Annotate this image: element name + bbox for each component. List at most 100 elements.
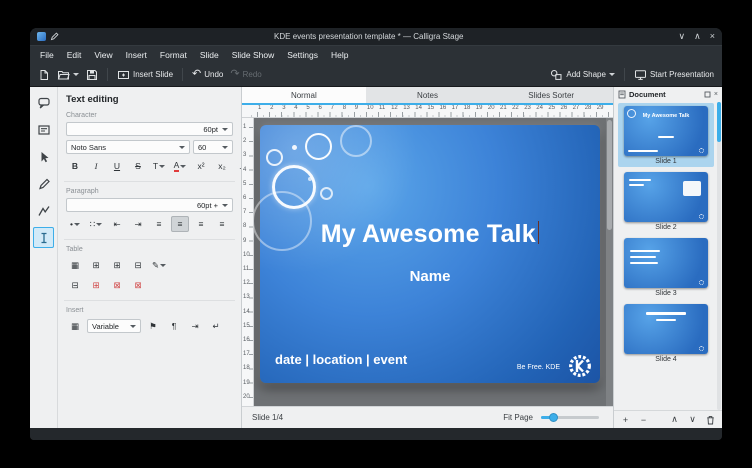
menu-view[interactable]: View: [94, 50, 112, 60]
italic-button[interactable]: I: [87, 158, 105, 174]
remove-slide-button[interactable]: −: [636, 413, 651, 426]
pen-tool-button[interactable]: [33, 173, 54, 194]
decrease-indent-button[interactable]: ⇤: [108, 216, 126, 232]
table-border-pen-button[interactable]: ✎: [150, 257, 168, 273]
slide-thumbnail-4[interactable]: Slide 4: [618, 301, 714, 365]
menu-settings[interactable]: Settings: [287, 50, 318, 60]
tools-sidebar: [30, 87, 58, 428]
font-family-combo[interactable]: Noto Sans: [66, 140, 190, 154]
save-button[interactable]: [86, 69, 98, 81]
basic-shape-tool-button[interactable]: [33, 92, 54, 113]
selection-tool-button[interactable]: [33, 146, 54, 167]
new-document-button[interactable]: [38, 69, 50, 81]
remove-cells-button[interactable]: ⊟: [129, 257, 147, 273]
zoom-slider[interactable]: [541, 416, 599, 419]
zoom-slider-handle[interactable]: [549, 413, 558, 422]
special-character-button[interactable]: ▦: [66, 318, 84, 334]
float-docker-icon[interactable]: [704, 91, 711, 98]
align-center-button[interactable]: ≡: [171, 216, 189, 232]
menu-format[interactable]: Format: [160, 50, 187, 60]
slide-title-text[interactable]: My Awesome Talk: [260, 220, 600, 249]
add-shape-dropdown-caret-icon[interactable]: [609, 73, 615, 76]
menu-insert[interactable]: Insert: [126, 50, 147, 60]
minimize-button[interactable]: ∨: [679, 32, 686, 41]
menu-slide[interactable]: Slide: [200, 50, 219, 60]
ruler-number: 4: [294, 105, 297, 112]
menu-file[interactable]: File: [40, 50, 54, 60]
slide-subtitle-text[interactable]: Name: [260, 268, 600, 285]
redo-button[interactable]: ↷ Redo: [230, 69, 261, 80]
superscript-button[interactable]: x²: [192, 158, 210, 174]
slide-editor[interactable]: My Awesome Talk Name date | location | e…: [260, 125, 600, 383]
delete-slide-button[interactable]: [703, 413, 718, 426]
align-right-button[interactable]: ≡: [192, 216, 210, 232]
text-direction-button[interactable]: ¶: [234, 216, 242, 232]
font-size-combo[interactable]: 60: [193, 140, 233, 154]
tab-notes[interactable]: Notes: [366, 87, 490, 103]
insert-flag-button[interactable]: ⚑: [144, 318, 162, 334]
split-cells-button[interactable]: ⊞: [87, 277, 105, 293]
thumbnail-label: Slide 1: [655, 158, 676, 165]
merge-cells-button[interactable]: ⊟: [66, 277, 84, 293]
scrollbar-thumb[interactable]: [717, 102, 721, 142]
slide-footer-text[interactable]: date | location | event: [275, 352, 407, 367]
align-left-button[interactable]: ≡: [150, 216, 168, 232]
insert-row-button[interactable]: ⊞: [87, 257, 105, 273]
bullet-list-button[interactable]: •: [66, 216, 84, 232]
menu-slide-show[interactable]: Slide Show: [232, 50, 275, 60]
thumbnail-scrollbar[interactable]: [717, 102, 721, 410]
close-button[interactable]: ×: [710, 32, 715, 41]
tab-slides-sorter[interactable]: Slides Sorter: [489, 87, 613, 103]
text-tool-button[interactable]: [33, 227, 54, 248]
ruler-number: 8: [243, 223, 246, 230]
subscript-button[interactable]: x₂: [213, 158, 231, 174]
maximize-button[interactable]: ∧: [694, 32, 701, 41]
character-style-size-combo[interactable]: 60pt: [66, 122, 233, 136]
slide-layout-tool-button[interactable]: [33, 119, 54, 140]
open-dropdown-caret-icon[interactable]: [73, 73, 79, 76]
strikethrough-button[interactable]: S: [129, 158, 147, 174]
underline-button[interactable]: U: [108, 158, 126, 174]
close-docker-icon[interactable]: ×: [714, 91, 718, 98]
more-character-options-button[interactable]: …: [234, 158, 242, 174]
scrollbar-thumb[interactable]: [607, 120, 612, 230]
document-docker-header: Document ×: [614, 87, 722, 101]
undo-button[interactable]: ↶ Undo: [192, 69, 223, 80]
insert-tab-button[interactable]: ⇥: [186, 318, 204, 334]
slide-thumbnail-1[interactable]: My Awesome Talk Slide 1: [618, 103, 714, 167]
line-height-combo[interactable]: 60pt +: [66, 198, 233, 212]
delete-row-button[interactable]: ⊠: [108, 277, 126, 293]
tab-normal[interactable]: Normal: [242, 87, 366, 103]
add-shape-button[interactable]: Add Shape: [550, 69, 615, 81]
canvas-vertical-scrollbar[interactable]: [606, 118, 613, 406]
increase-indent-button[interactable]: ⇥: [129, 216, 147, 232]
variable-dropdown[interactable]: Variable: [87, 319, 141, 333]
move-slide-up-button[interactable]: ∧: [667, 413, 682, 426]
polyline-tool-button[interactable]: [33, 200, 54, 221]
bold-button[interactable]: B: [66, 158, 84, 174]
start-presentation-button[interactable]: Start Presentation: [634, 69, 714, 81]
toolbar-separator: [107, 68, 108, 81]
add-slide-button[interactable]: +: [618, 413, 633, 426]
move-slide-down-button[interactable]: ∨: [685, 413, 700, 426]
zoom-mode-label[interactable]: Fit Page: [503, 413, 533, 422]
insert-column-button[interactable]: ⊞: [108, 257, 126, 273]
insert-break-button[interactable]: ↵: [207, 318, 225, 334]
add-shape-icon: [550, 69, 563, 81]
menu-help[interactable]: Help: [331, 50, 348, 60]
insert-slide-button[interactable]: Insert Slide: [117, 69, 173, 81]
delete-column-button[interactable]: ⊠: [129, 277, 147, 293]
numbered-list-button[interactable]: ∷: [87, 216, 105, 232]
slide-canvas[interactable]: My Awesome Talk Name date | location | e…: [254, 118, 606, 406]
insert-table-button[interactable]: ▦: [66, 257, 84, 273]
align-justify-button[interactable]: ≡: [213, 216, 231, 232]
paragraph-mark-button[interactable]: ¶: [165, 318, 183, 334]
ruler-number: 29: [597, 105, 604, 112]
slide-thumbnail-3[interactable]: Slide 3: [618, 235, 714, 299]
change-case-button[interactable]: T: [150, 158, 168, 174]
titlebar[interactable]: KDE events presentation template * — Cal…: [30, 28, 722, 45]
menu-edit[interactable]: Edit: [67, 50, 82, 60]
slide-thumbnail-2[interactable]: Slide 2: [618, 169, 714, 233]
open-document-button[interactable]: [57, 69, 79, 81]
text-color-button[interactable]: A: [171, 158, 189, 174]
